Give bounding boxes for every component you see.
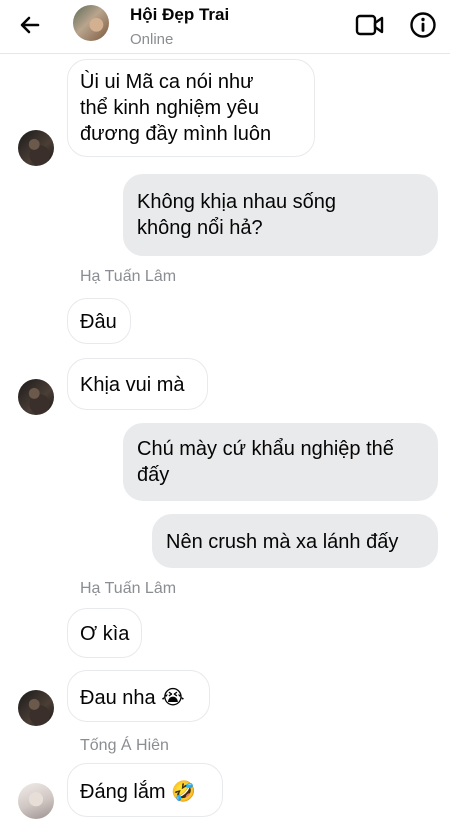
message-line: Đâu bbox=[80, 311, 117, 333]
sender-name: Tống Á Hiên bbox=[80, 737, 169, 754]
message-bubble[interactable]: Đau nha 😭 bbox=[67, 670, 210, 722]
message-bubble[interactable]: Ơ kìa bbox=[67, 608, 142, 658]
crying-face-emoji: 😭 bbox=[161, 685, 185, 709]
sender-name: Hạ Tuấn Lâm bbox=[80, 580, 177, 597]
message-line: Nên crush mà xa lánh đấy bbox=[166, 531, 399, 553]
message-line: Ùi ui Mã ca nói như bbox=[80, 71, 254, 93]
chat-title[interactable]: Hội Đẹp Trai bbox=[130, 5, 229, 25]
message-bubble[interactable]: Đâu bbox=[67, 298, 131, 344]
avatar[interactable] bbox=[18, 379, 54, 415]
message-line: Không khịa nhau sống bbox=[137, 191, 337, 213]
sender-name: Hạ Tuấn Lâm bbox=[80, 268, 177, 285]
video-camera-icon[interactable] bbox=[355, 12, 385, 38]
avatar[interactable] bbox=[18, 130, 54, 166]
avatar[interactable] bbox=[18, 690, 54, 726]
message-line: Ơ kìa bbox=[80, 623, 130, 645]
back-arrow-icon[interactable] bbox=[16, 11, 44, 39]
rolling-laughing-emoji: 🤣 bbox=[171, 779, 197, 803]
message-text: Đau nha bbox=[80, 687, 156, 709]
message-line: đương đầy mình luôn bbox=[80, 123, 272, 145]
message-text: Đáng lắm bbox=[80, 781, 166, 803]
group-avatar[interactable] bbox=[73, 5, 109, 41]
info-circle-icon[interactable] bbox=[409, 11, 437, 39]
message-bubble-outgoing[interactable]: Chú mày cứ khẩu nghiệp thế đấy bbox=[123, 423, 438, 501]
online-status: Online bbox=[130, 31, 174, 48]
message-line: thể kinh nghiệm yêu bbox=[80, 97, 260, 119]
message-bubble[interactable]: Ùi ui Mã ca nói như thể kinh nghiệm yêu … bbox=[67, 59, 315, 157]
chat-header: Hội Đẹp Trai Online bbox=[0, 0, 450, 54]
message-line: Chú mày cứ khẩu nghiệp thế bbox=[137, 438, 394, 460]
message-bubble[interactable]: Khịa vui mà bbox=[67, 358, 208, 410]
message-bubble-outgoing[interactable]: Không khịa nhau sống không nổi hả? bbox=[123, 174, 438, 256]
avatar[interactable] bbox=[18, 783, 54, 819]
message-line: đấy bbox=[137, 464, 170, 486]
message-line: không nổi hả? bbox=[137, 217, 263, 239]
message-line: Khịa vui mà bbox=[80, 374, 185, 396]
message-bubble-outgoing[interactable]: Nên crush mà xa lánh đấy bbox=[152, 514, 438, 568]
message-bubble[interactable]: Đáng lắm 🤣 bbox=[67, 763, 223, 817]
